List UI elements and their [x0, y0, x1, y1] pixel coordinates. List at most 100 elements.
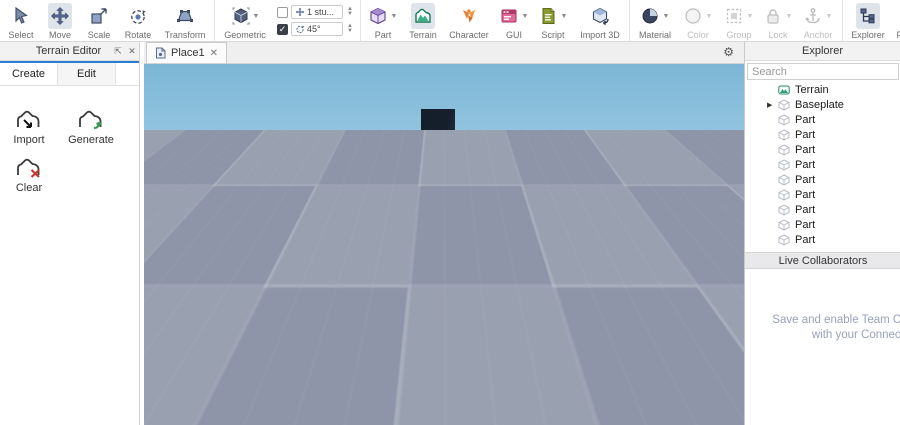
character-button[interactable]: Character — [443, 1, 495, 40]
part-cube-icon — [778, 113, 790, 126]
tab-edit[interactable]: Edit — [58, 63, 116, 85]
terrain-editor-title: Terrain Editor — [35, 45, 102, 57]
viewport-tab-strip: Place1 ✕ ⚙ — [144, 42, 744, 64]
script-dropdown-caret[interactable]: ▼ — [560, 13, 567, 20]
tree-item-baseplate[interactable]: ▶ Baseplate — [745, 97, 900, 112]
anchor-dropdown-caret[interactable]: ▼ — [825, 13, 832, 20]
live-collaborators-header[interactable]: Live Collaborators — [745, 252, 900, 269]
geometric-mode-button[interactable]: ▼ Geometric — [217, 1, 273, 40]
rotate-snap-checkbox[interactable]: ✓ — [277, 23, 288, 35]
material-button[interactable]: ▼ Material — [632, 1, 678, 40]
color-dropdown-caret[interactable]: ▼ — [705, 13, 712, 20]
part-cube-icon — [778, 143, 790, 156]
part-cube-icon — [778, 188, 790, 201]
move-snap-value: 1 stu... — [307, 7, 335, 17]
place-tab-label: Place1 — [171, 47, 205, 59]
tree-item-part[interactable]: Part — [745, 112, 900, 127]
gui-button[interactable]: ▼ GUI — [495, 1, 533, 40]
explorer-search-input[interactable] — [747, 63, 899, 80]
script-button[interactable]: ▼ Script — [533, 1, 573, 40]
part-cube-icon — [778, 128, 790, 141]
center-right-leg-part — [442, 203, 454, 290]
part-cube-icon: ▼ — [366, 3, 399, 29]
place-doc-icon — [156, 47, 166, 59]
tab-create[interactable]: Create — [0, 63, 58, 85]
gui-label: GUI — [505, 30, 522, 40]
lock-dropdown-caret[interactable]: ▼ — [785, 13, 792, 20]
group-button[interactable]: ▼ Group — [718, 1, 760, 40]
anchor-label: Anchor — [803, 30, 833, 40]
geometric-cube-icon: ▼ — [229, 3, 262, 29]
clear-label: Clear — [15, 182, 43, 194]
transform-tool-button[interactable]: Transform — [158, 1, 212, 40]
part-button[interactable]: ▼ Part — [363, 1, 403, 40]
anchor-button[interactable]: ▼ Anchor — [796, 1, 840, 40]
lock-button[interactable]: ▼ Lock — [760, 1, 796, 40]
explorer-titlebar: Explorer — [745, 42, 900, 61]
tree-item-terrain[interactable]: Terrain — [745, 82, 900, 97]
rotate-snap-value-box[interactable]: 45° — [291, 22, 343, 36]
place-tab-close-icon[interactable]: ✕ — [210, 48, 218, 59]
character-label: Character — [449, 30, 489, 40]
part-dropdown-caret[interactable]: ▼ — [390, 13, 397, 20]
center-left-leg-part — [426, 203, 439, 293]
terrain-editor-tabs: Create Edit — [0, 63, 139, 86]
generate-button[interactable]: Generate — [62, 108, 120, 146]
material-sphere-icon: ▼ — [638, 3, 671, 29]
place-tab[interactable]: Place1 ✕ — [146, 42, 228, 63]
close-panel-icon[interactable]: ✕ — [125, 46, 139, 57]
lock-icon: ▼ — [761, 3, 794, 29]
part-cube-icon — [778, 218, 790, 231]
gui-dropdown-caret[interactable]: ▼ — [521, 13, 528, 20]
scene-3d-canvas[interactable] — [144, 64, 744, 425]
move-snap-value-box[interactable]: 1 stu... — [291, 5, 343, 19]
tree-item-part[interactable]: Part — [745, 217, 900, 232]
tree-item-part[interactable]: Part — [745, 157, 900, 172]
terrain-button[interactable]: Terrain — [403, 1, 443, 40]
toolbar-group-tools: Select Move Scale Rotate Transform — [0, 0, 215, 41]
move-tool-button[interactable]: Move — [40, 1, 80, 40]
group-dropdown-caret[interactable]: ▼ — [746, 13, 753, 20]
select-cursor-icon — [9, 3, 33, 29]
import-button[interactable]: Import — [0, 108, 58, 146]
move-snap-stepper[interactable]: ▲ ▼ — [346, 6, 354, 17]
import-label: Import — [13, 134, 45, 146]
tree-item-part[interactable]: Part — [745, 187, 900, 202]
tree-item-part[interactable]: Part — [745, 142, 900, 157]
generate-terrain-icon — [79, 110, 102, 129]
rotate-label: Rotate — [124, 30, 152, 40]
viewport-settings-gear-icon[interactable]: ⚙ — [723, 45, 734, 59]
clear-button[interactable]: Clear — [0, 156, 58, 194]
rotate-snap-stepper[interactable]: ▲ ▼ — [346, 23, 354, 34]
geometric-label: Geometric — [224, 30, 266, 40]
transform-icon — [173, 3, 197, 29]
tree-item-part[interactable]: Part — [745, 172, 900, 187]
scale-tool-button[interactable]: Scale — [80, 1, 118, 40]
popout-icon[interactable]: ⇱ — [111, 46, 125, 57]
geometric-dropdown-caret[interactable]: ▼ — [253, 13, 260, 20]
properties-toggle-label: Properties — [896, 30, 900, 40]
explorer-title: Explorer — [802, 45, 843, 57]
rotate-icon — [126, 3, 150, 29]
import-3d-button[interactable]: Import 3D — [573, 1, 627, 40]
color-button[interactable]: ▼ Color — [678, 1, 718, 40]
move-arrows-icon — [48, 3, 72, 29]
toolbar-group-panels: Explorer Properties Toolbox — [843, 0, 900, 41]
color-circle-icon: ▼ — [681, 3, 714, 29]
select-tool-button[interactable]: Select — [2, 1, 40, 40]
material-dropdown-caret[interactable]: ▼ — [662, 13, 669, 20]
toolbar-group-snap: ▼ Geometric 1 stu... ▲ ▼ ✓ 45° ▲ ▼ — [215, 0, 361, 41]
properties-toggle-button[interactable]: Properties — [891, 1, 900, 40]
tree-item-part[interactable]: Part — [745, 127, 900, 142]
rotate-tool-button[interactable]: Rotate — [118, 1, 158, 40]
rotate-snap-value: 45° — [307, 24, 321, 34]
part-cube-icon — [778, 98, 790, 111]
tree-item-part[interactable]: Part — [745, 232, 900, 247]
expand-arrow-icon[interactable]: ▶ — [767, 101, 772, 109]
tree-item-part[interactable]: Part — [745, 202, 900, 217]
part-label: Part — [374, 30, 392, 40]
import-3d-label: Import 3D — [580, 30, 620, 40]
move-snap-checkbox[interactable] — [277, 6, 288, 18]
terrain-label: Terrain — [409, 30, 437, 40]
explorer-toggle-button[interactable]: Explorer — [845, 1, 891, 40]
